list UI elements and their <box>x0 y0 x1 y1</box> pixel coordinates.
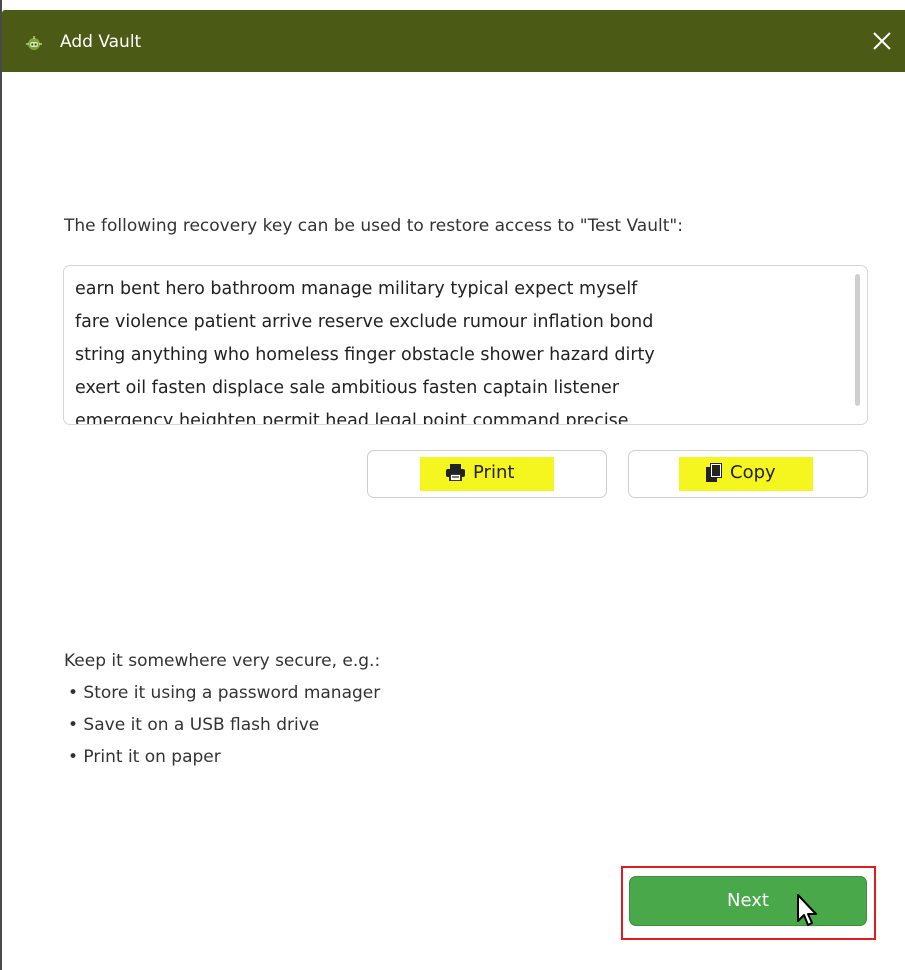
tip-item: • Store it using a password manager <box>68 683 381 703</box>
mouse-cursor-icon <box>797 894 817 926</box>
recovery-key-text[interactable]: earn bent hero bathroom manage military … <box>75 273 845 424</box>
close-button[interactable] <box>865 26 899 56</box>
robot-icon <box>26 36 42 50</box>
recovery-key-prompt: The following recovery key can be used t… <box>64 216 683 236</box>
close-icon <box>873 32 891 50</box>
add-vault-dialog: Add Vault The following recovery key can… <box>0 0 905 970</box>
recovery-key-textarea[interactable]: earn bent hero bathroom manage military … <box>63 265 868 425</box>
tip-item: • Save it on a USB flash drive <box>68 715 320 735</box>
title-bar: Add Vault <box>2 10 905 72</box>
tips-heading: Keep it somewhere very secure, e.g.: <box>64 651 381 671</box>
tip-item: • Print it on paper <box>68 747 221 767</box>
security-tips: Keep it somewhere very secure, e.g.: • S… <box>64 645 380 773</box>
print-label: Print <box>473 462 515 483</box>
copy-button[interactable]: Copy <box>628 450 868 498</box>
window-title: Add Vault <box>60 32 142 52</box>
clipboard-icon <box>706 463 722 482</box>
recovery-key-scrollbar[interactable] <box>855 274 860 406</box>
next-button[interactable]: Next <box>629 876 867 926</box>
copy-label: Copy <box>730 462 776 483</box>
printer-icon <box>446 464 465 481</box>
print-button[interactable]: Print <box>367 450 607 498</box>
